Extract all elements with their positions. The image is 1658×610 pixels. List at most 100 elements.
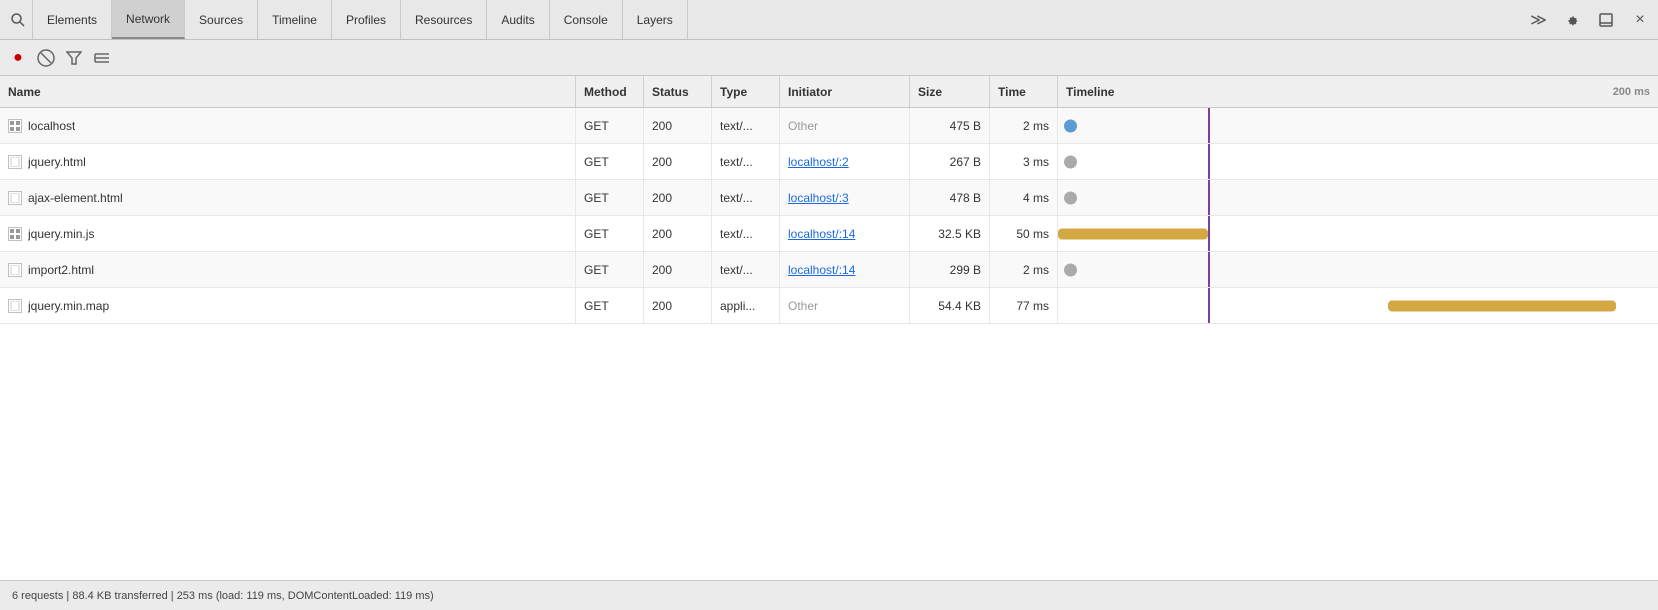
cell-initiator[interactable]: localhost/:14	[779, 252, 909, 287]
tab-network[interactable]: Network	[112, 0, 185, 39]
table-row[interactable]: import2.htmlGET200text/...localhost/:142…	[0, 252, 1658, 288]
cell-type: appli...	[711, 288, 779, 323]
col-header-type: Type	[711, 76, 779, 107]
cell-timeline	[1057, 108, 1658, 143]
cell-type: text/...	[711, 144, 779, 179]
cell-size: 478 B	[909, 180, 989, 215]
cell-method: GET	[575, 144, 643, 179]
timeline-dot	[1064, 263, 1077, 276]
file-icon	[8, 191, 22, 205]
search-button[interactable]	[4, 6, 32, 34]
cell-timeline	[1057, 252, 1658, 287]
col-header-timeline: Timeline 200 ms	[1057, 76, 1658, 107]
status-bar: 6 requests | 88.4 KB transferred | 253 m…	[0, 580, 1658, 610]
cell-time: 2 ms	[989, 252, 1057, 287]
purple-line	[1208, 216, 1210, 251]
cell-status: 200	[643, 216, 711, 251]
settings-button[interactable]	[1558, 6, 1586, 34]
cell-name: import2.html	[0, 252, 575, 287]
tab-timeline[interactable]: Timeline	[258, 0, 332, 39]
close-button[interactable]: ×	[1626, 6, 1654, 34]
timeline-dot	[1064, 191, 1077, 204]
col-header-name: Name	[0, 76, 575, 107]
cell-status: 200	[643, 288, 711, 323]
tab-console[interactable]: Console	[550, 0, 623, 39]
record-button[interactable]: ●	[8, 48, 28, 68]
table-row[interactable]: ajax-element.htmlGET200text/...localhost…	[0, 180, 1658, 216]
purple-line	[1208, 144, 1210, 179]
file-name: ajax-element.html	[28, 191, 123, 205]
nav-right-actions: ≫ ×	[1524, 6, 1654, 34]
table-row[interactable]: localhostGET200text/...Other475 B2 ms	[0, 108, 1658, 144]
cell-initiator: Other	[779, 288, 909, 323]
col-header-size: Size	[909, 76, 989, 107]
timeline-bar	[1058, 228, 1208, 239]
file-name: jquery.min.js	[28, 227, 94, 241]
timeline-dot	[1064, 155, 1077, 168]
cell-name: ajax-element.html	[0, 180, 575, 215]
file-name: jquery.min.map	[28, 299, 109, 313]
table-body: localhostGET200text/...Other475 B2 msjqu…	[0, 108, 1658, 580]
cell-time: 2 ms	[989, 108, 1057, 143]
top-nav: Elements Network Sources Timeline Profil…	[0, 0, 1658, 40]
timeline-dot	[1064, 119, 1077, 132]
list-button[interactable]	[92, 48, 112, 68]
tab-resources[interactable]: Resources	[401, 0, 487, 39]
cell-method: GET	[575, 108, 643, 143]
toolbar: ●	[0, 40, 1658, 76]
file-icon	[8, 299, 22, 313]
table-row[interactable]: jquery.min.map GET200appli...Other54.4 KB…	[0, 288, 1658, 324]
file-name: localhost	[28, 119, 75, 133]
cell-status: 200	[643, 108, 711, 143]
cell-size: 267 B	[909, 144, 989, 179]
cell-initiator: Other	[779, 108, 909, 143]
cell-name: jquery.min.js	[0, 216, 575, 251]
file-icon	[8, 119, 22, 133]
tab-profiles[interactable]: Profiles	[332, 0, 401, 39]
tab-layers[interactable]: Layers	[623, 0, 688, 39]
cell-status: 200	[643, 144, 711, 179]
status-text: 6 requests | 88.4 KB transferred | 253 m…	[12, 590, 434, 602]
open-console-button[interactable]: ≫	[1524, 6, 1552, 34]
cell-method: GET	[575, 252, 643, 287]
cell-time: 4 ms	[989, 180, 1057, 215]
cell-timeline	[1057, 180, 1658, 215]
table-row[interactable]: jquery.min.jsGET200text/...localhost/:14…	[0, 216, 1658, 252]
cell-size: 54.4 KB	[909, 288, 989, 323]
file-icon	[8, 155, 22, 169]
table-header: Name Method Status Type Initiator Size T…	[0, 76, 1658, 108]
cell-type: text/...	[711, 216, 779, 251]
cell-type: text/...	[711, 252, 779, 287]
cell-status: 200	[643, 252, 711, 287]
tab-elements[interactable]: Elements	[32, 0, 112, 39]
purple-line	[1208, 180, 1210, 215]
file-name: jquery.html	[28, 155, 86, 169]
purple-line	[1208, 252, 1210, 287]
network-table: Name Method Status Type Initiator Size T…	[0, 76, 1658, 580]
cell-time: 50 ms	[989, 216, 1057, 251]
file-icon	[8, 227, 22, 241]
col-header-initiator: Initiator	[779, 76, 909, 107]
file-name: import2.html	[28, 263, 94, 277]
cell-status: 200	[643, 180, 711, 215]
cell-method: GET	[575, 288, 643, 323]
cell-size: 299 B	[909, 252, 989, 287]
cell-initiator[interactable]: localhost/:3	[779, 180, 909, 215]
tab-audits[interactable]: Audits	[487, 0, 549, 39]
timeline-ms-label: 200 ms	[1613, 86, 1650, 98]
cell-time: 3 ms	[989, 144, 1057, 179]
cell-name: localhost	[0, 108, 575, 143]
cell-initiator[interactable]: localhost/:2	[779, 144, 909, 179]
col-header-method: Method	[575, 76, 643, 107]
cell-initiator[interactable]: localhost/:14	[779, 216, 909, 251]
dock-button[interactable]	[1592, 6, 1620, 34]
tab-sources[interactable]: Sources	[185, 0, 258, 39]
cell-timeline	[1057, 216, 1658, 251]
purple-line	[1208, 108, 1210, 143]
cell-name: jquery.min.map	[0, 288, 575, 323]
purple-line	[1208, 288, 1210, 323]
nav-tabs: Elements Network Sources Timeline Profil…	[32, 0, 688, 39]
table-row[interactable]: jquery.html GET200text/...localhost/:2267…	[0, 144, 1658, 180]
filter-button[interactable]	[64, 48, 84, 68]
stop-button[interactable]	[36, 48, 56, 68]
